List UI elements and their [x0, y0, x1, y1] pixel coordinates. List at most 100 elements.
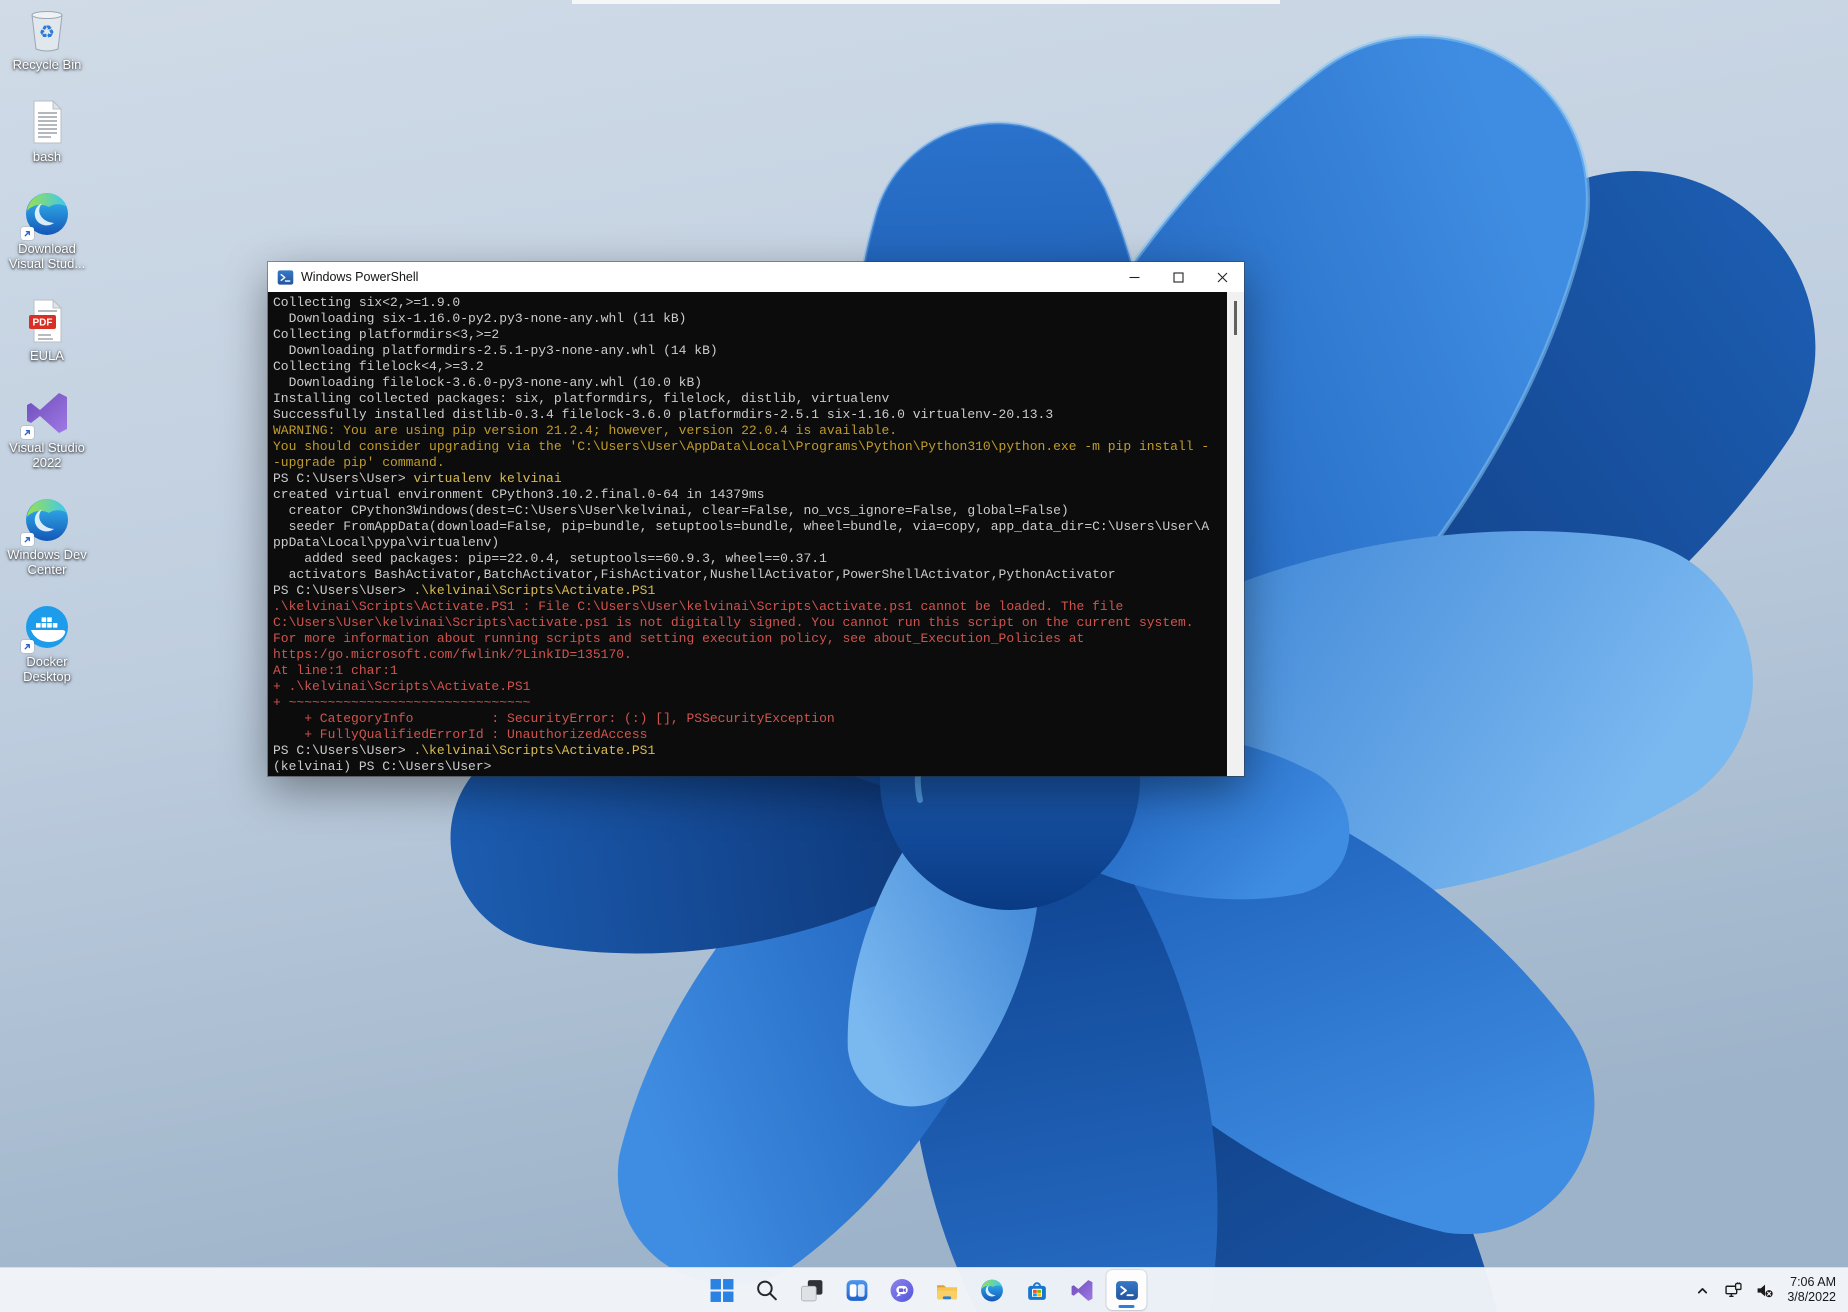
clock[interactable]: 7:06 AM 3/8/2022: [1781, 1275, 1842, 1305]
desktop-icon-recycle-bin[interactable]: ♻ Recycle Bin: [0, 6, 94, 72]
tray-date: 3/8/2022: [1787, 1290, 1836, 1305]
recycle-bin-icon: ♻: [23, 6, 71, 54]
desktop-icon-grid: ♻ Recycle Bin bash: [0, 6, 94, 684]
edge-icon: [23, 496, 71, 544]
visual-studio-icon: [1069, 1278, 1094, 1303]
terminal-line: + .\kelvinai\Scripts\Activate.PS1: [273, 679, 1227, 695]
network-tray-button[interactable]: [1719, 1270, 1748, 1310]
system-tray: 7:06 AM 3/8/2022: [1688, 1270, 1842, 1310]
terminal-line: Downloading six-1.16.0-py2.py3-none-any.…: [273, 311, 1227, 327]
widgets-button[interactable]: [837, 1270, 877, 1310]
desktop-icon-label: Docker Desktop: [3, 654, 91, 684]
store-button[interactable]: [1017, 1270, 1057, 1310]
window-controls: [1112, 262, 1244, 292]
minimize-button[interactable]: [1112, 262, 1156, 292]
terminal-line: Collecting filelock<4,>=3.2: [273, 359, 1227, 375]
edge-icon: [979, 1278, 1004, 1303]
svg-text:PDF: PDF: [33, 318, 53, 329]
network-icon: [1725, 1282, 1742, 1299]
desktop-icon-label: Download Visual Stud...: [3, 241, 91, 271]
terminal-line: ppData\Local\pypa\virtualenv): [273, 535, 1227, 551]
chevron-up-icon: [1694, 1282, 1711, 1299]
taskbar: 7:06 AM 3/8/2022: [0, 1267, 1848, 1312]
window-title: Windows PowerShell: [301, 270, 418, 284]
powershell-icon: [1114, 1278, 1139, 1303]
terminal-line: + ~~~~~~~~~~~~~~~~~~~~~~~~~~~~~~~: [273, 695, 1227, 711]
search-icon: [754, 1278, 779, 1303]
powershell-taskbar-button[interactable]: [1107, 1270, 1147, 1310]
widgets-icon: [844, 1278, 869, 1303]
task-view-button[interactable]: [792, 1270, 832, 1310]
tray-time: 7:06 AM: [1787, 1275, 1836, 1290]
terminal-line: Collecting platformdirs<3,>=2: [273, 327, 1227, 343]
task-view-icon: [799, 1278, 824, 1303]
terminal-line: creator CPython3Windows(dest=C:\Users\Us…: [273, 503, 1227, 519]
terminal-line: Downloading filelock-3.6.0-py3-none-any.…: [273, 375, 1227, 391]
desktop-icon-bash[interactable]: bash: [0, 98, 94, 164]
search-button[interactable]: [747, 1270, 787, 1310]
desktop-icon-label: Visual Studio 2022: [3, 440, 91, 470]
maximize-button[interactable]: [1156, 262, 1200, 292]
desktop-icon-eula[interactable]: PDF EULA: [0, 297, 94, 363]
terminal-line: activators BashActivator,BatchActivator,…: [273, 567, 1227, 583]
terminal-line: + FullyQualifiedErrorId : UnauthorizedAc…: [273, 727, 1227, 743]
visual-studio-icon: [23, 389, 71, 437]
svg-text:♻: ♻: [39, 22, 55, 43]
docker-icon: [23, 603, 71, 651]
start-button[interactable]: [702, 1270, 742, 1310]
terminal-scrollbar[interactable]: [1227, 292, 1244, 776]
desktop: ♻ Recycle Bin bash: [0, 0, 1848, 1312]
titlebar[interactable]: Windows PowerShell: [268, 262, 1244, 292]
shortcut-arrow-icon: [21, 533, 34, 546]
volume-tray-button[interactable]: [1750, 1270, 1779, 1310]
shortcut-arrow-icon: [21, 227, 34, 240]
volume-muted-icon: [1756, 1282, 1773, 1299]
desktop-icon-label: bash: [33, 149, 61, 164]
desktop-icon-label: Recycle Bin: [13, 57, 82, 72]
file-explorer-icon: [934, 1278, 959, 1303]
hidden-icons-button[interactable]: [1688, 1270, 1717, 1310]
desktop-icon-visual-studio-2022[interactable]: Visual Studio 2022: [0, 389, 94, 470]
desktop-icon-windows-dev-center[interactable]: Windows Dev Center: [0, 496, 94, 577]
terminal-output: Collecting six<2,>=1.9.0 Downloading six…: [268, 292, 1227, 776]
powershell-window: Windows PowerShell Collecting six<2,>=1.…: [268, 262, 1244, 776]
scrollbar-thumb[interactable]: [1234, 301, 1237, 335]
terminal-line: Collecting six<2,>=1.9.0: [273, 295, 1227, 311]
windows-logo-icon: [709, 1278, 734, 1303]
shortcut-arrow-icon: [21, 426, 34, 439]
store-icon: [1024, 1278, 1049, 1303]
terminal-line: At line:1 char:1: [273, 663, 1227, 679]
pdf-file-icon: PDF: [23, 297, 71, 345]
terminal-line: C:\Users\User\kelvinai\Scripts\activate.…: [273, 615, 1227, 631]
terminal-line: You should consider upgrading via the 'C…: [273, 439, 1227, 455]
top-edge-window-sliver: [572, 0, 1280, 4]
terminal-line: .\kelvinai\Scripts\Activate.PS1 : File C…: [273, 599, 1227, 615]
chat-button[interactable]: [882, 1270, 922, 1310]
terminal-line: PS C:\Users\User> .\kelvinai\Scripts\Act…: [273, 583, 1227, 599]
terminal-line: Successfully installed distlib-0.3.4 fil…: [273, 407, 1227, 423]
terminal-line: https:/go.microsoft.com/fwlink/?LinkID=1…: [273, 647, 1227, 663]
text-file-icon: [23, 98, 71, 146]
powershell-icon: [277, 269, 294, 286]
taskbar-center-group: [702, 1270, 1147, 1310]
file-explorer-button[interactable]: [927, 1270, 967, 1310]
desktop-icon-docker-desktop[interactable]: Docker Desktop: [0, 603, 94, 684]
terminal-line: PS C:\Users\User> virtualenv kelvinai: [273, 471, 1227, 487]
terminal-line: added seed packages: pip==22.0.4, setupt…: [273, 551, 1227, 567]
chat-icon: [889, 1278, 914, 1303]
desktop-icon-download-visual-studio[interactable]: Download Visual Stud...: [0, 190, 94, 271]
terminal-line: WARNING: You are using pip version 21.2.…: [273, 423, 1227, 439]
terminal-line: For more information about running scrip…: [273, 631, 1227, 647]
desktop-icon-label: Windows Dev Center: [3, 547, 91, 577]
active-app-indicator: [1119, 1305, 1135, 1308]
close-button[interactable]: [1200, 262, 1244, 292]
visual-studio-button[interactable]: [1062, 1270, 1102, 1310]
edge-button[interactable]: [972, 1270, 1012, 1310]
edge-icon: [23, 190, 71, 238]
terminal-line: Downloading platformdirs-2.5.1-py3-none-…: [273, 343, 1227, 359]
terminal-line: + CategoryInfo : SecurityError: (:) [], …: [273, 711, 1227, 727]
terminal-line: (kelvinai) PS C:\Users\User>: [273, 759, 1227, 775]
terminal-line: -upgrade pip' command.: [273, 455, 1227, 471]
terminal-line: seeder FromAppData(download=False, pip=b…: [273, 519, 1227, 535]
terminal[interactable]: Collecting six<2,>=1.9.0 Downloading six…: [268, 292, 1244, 776]
